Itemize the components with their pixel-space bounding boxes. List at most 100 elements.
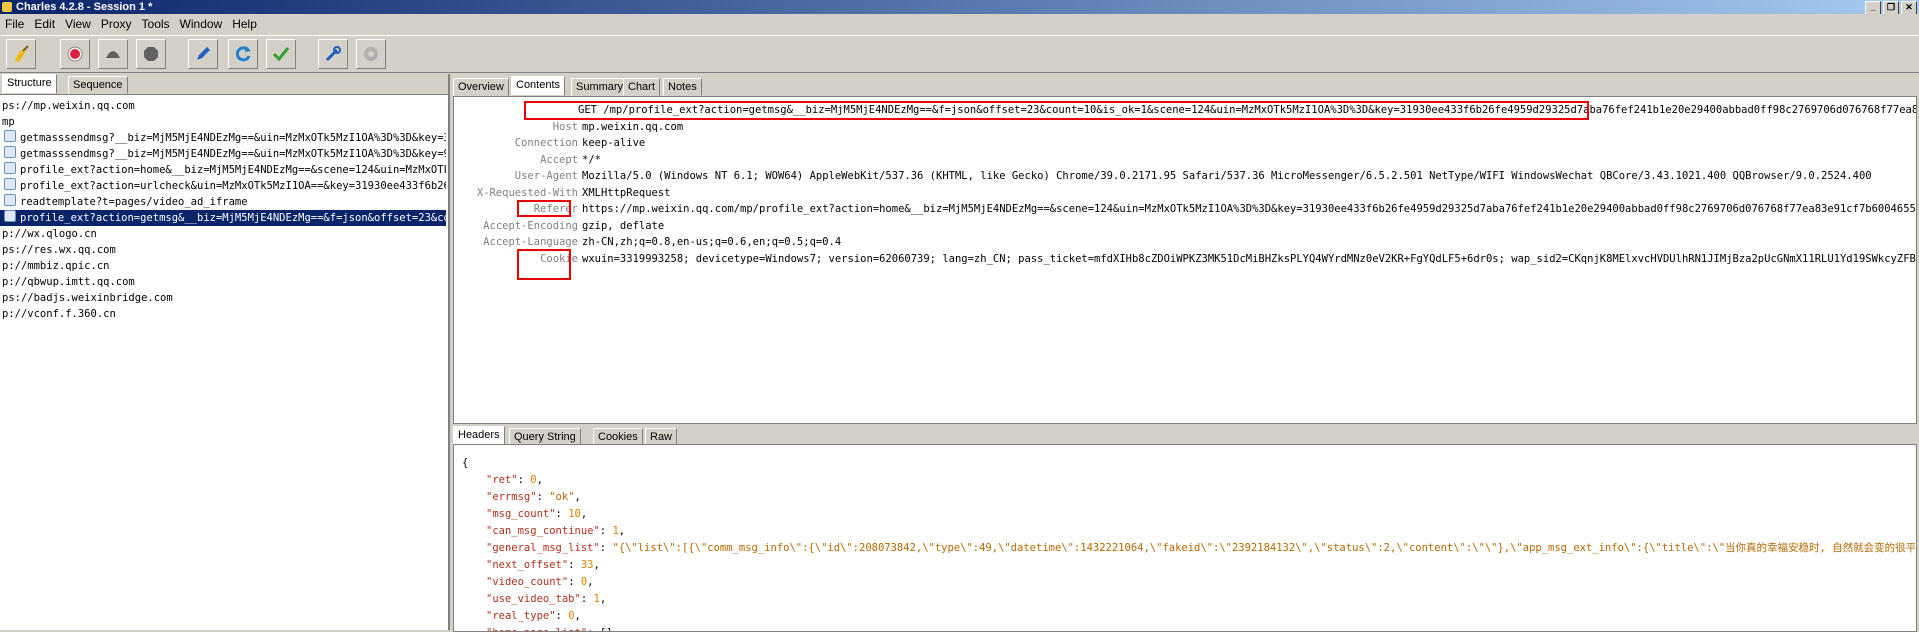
- tree-row[interactable]: profile_ext?action=urlcheck&uin=MzMxOTk5…: [0, 178, 446, 194]
- throttle-button[interactable]: [98, 39, 128, 69]
- json-line: "use_video_tab": 1,: [462, 591, 1916, 608]
- tree-row-label: p://qbwup.imtt.qq.com: [2, 276, 135, 288]
- json-colon: :: [599, 525, 613, 537]
- menu-tools[interactable]: Tools: [137, 14, 175, 34]
- header-value: XMLHttpRequest: [582, 186, 671, 199]
- header-key: Host: [552, 120, 578, 133]
- header-value: keep-alive: [582, 137, 646, 149]
- pen-icon: [197, 47, 210, 60]
- tree-row-label: getmasssendmsg?__biz=MjM5MjE4NDEzMg==&ui…: [20, 148, 446, 160]
- validate-button[interactable]: [266, 39, 296, 69]
- check-icon: [272, 47, 290, 62]
- header-value: zh-CN,zh;q=0.8,en-us;q=0.6,en;q=0.5;q=0.…: [582, 236, 842, 248]
- tree-row-label: ps://badjs.weixinbridge.com: [2, 292, 173, 304]
- json-colon: :: [568, 559, 581, 571]
- tree-row[interactable]: p://wx.qlogo.cn: [0, 226, 446, 242]
- tree-row[interactable]: p://vconf.f.360.cn: [0, 306, 446, 322]
- tab-summary[interactable]: Summary: [571, 78, 629, 96]
- minimize-button[interactable]: _: [1865, 1, 1881, 15]
- header-row[interactable]: Accept-Language zh-CN,zh;q=0.8,en-us;q=0.…: [454, 235, 1914, 250]
- header-row[interactable]: Accept-Encoding gzip, deflate: [454, 219, 1914, 234]
- tab-sequence[interactable]: Sequence: [68, 76, 128, 94]
- header-key: Accept-Encoding: [483, 219, 578, 232]
- tree-row-label: p://mmbiz.qpic.cn: [2, 260, 110, 272]
- header-row[interactable]: Host mp.weixin.qq.com: [454, 120, 1914, 135]
- json-key: "real_type": [486, 610, 556, 622]
- json-comma: ,: [593, 559, 600, 571]
- json-value: "ok": [549, 491, 575, 503]
- menu-help[interactable]: Help: [227, 14, 262, 34]
- json-line: "video_count": 0,: [462, 574, 1916, 591]
- tab-structure[interactable]: Structure: [2, 74, 57, 94]
- tree-row[interactable]: mp: [0, 114, 446, 130]
- tree-row-label: profile_ext?action=home&__biz=MjM5MjE4ND…: [20, 164, 446, 176]
- header-row[interactable]: Accept */*: [454, 153, 1914, 168]
- header-row[interactable]: X-Requested-With XMLHttpRequest: [454, 186, 1914, 201]
- restore-button[interactable]: ❐: [1883, 1, 1899, 15]
- header-value: wxuin=3319993258; devicetype=Windows7; v…: [582, 252, 1917, 265]
- app-icon: [2, 2, 12, 12]
- tree-row-label: getmasssendmsg?__biz=MjM5MjE4NDEzMg==&ui…: [20, 132, 446, 144]
- clear-session-button[interactable]: [6, 39, 36, 69]
- structure-pane: Structure Sequence ps://mp.weixin.qq.com…: [0, 74, 450, 630]
- tab-chart[interactable]: Chart: [623, 78, 660, 96]
- tree-row[interactable]: p://mmbiz.qpic.cn: [0, 258, 446, 274]
- json-viewer: {"ret": 0, "errmsg": "ok", "msg_count": 10…: [462, 455, 1916, 631]
- json-colon: :: [555, 610, 569, 622]
- json-comma: ,: [536, 474, 543, 486]
- header-row[interactable]: Referer https://mp.weixin.qq.com/mp/profi…: [454, 202, 1916, 217]
- repeat-button[interactable]: [228, 39, 258, 69]
- close-button[interactable]: ✕: [1901, 1, 1917, 15]
- tree-row-label: profile_ext?action=urlcheck&uin=MzMxOTk5…: [20, 180, 446, 192]
- tree-row-label: profile_ext?action=getmsg&__biz=MjM5MjE4…: [20, 212, 446, 224]
- tools-button[interactable]: [318, 39, 348, 69]
- gear-icon: [364, 47, 378, 61]
- tab-contents[interactable]: Contents: [511, 76, 566, 96]
- json-value: 33: [580, 559, 594, 571]
- record-icon: [67, 46, 83, 62]
- window-title: Charles 4.2.8 - Session 1 *: [16, 1, 153, 13]
- json-value: 10: [568, 508, 581, 520]
- json-line: "msg_count": 10,: [462, 506, 1916, 523]
- detail-pane: Overview Contents Summary Chart Notes GE…: [451, 74, 1919, 632]
- header-row[interactable]: Cookie wxuin=3319993258; devicetype=Windo…: [454, 252, 1917, 267]
- menu-proxy[interactable]: Proxy: [96, 14, 137, 34]
- tree-row[interactable]: profile_ext?action=home&__biz=MjM5MjE4ND…: [0, 162, 446, 178]
- json-colon: :: [517, 474, 531, 486]
- tab-headers[interactable]: Headers: [453, 426, 505, 446]
- tree-row[interactable]: readtemplate?t=pages/video_ad_iframe: [0, 194, 446, 210]
- tree-row[interactable]: ps://res.wx.qq.com: [0, 242, 446, 258]
- host-tree: ps://mp.weixin.qq.com mp getmasssendmsg?__…: [0, 98, 446, 322]
- header-value: */*: [582, 153, 601, 166]
- menu-file[interactable]: File: [0, 14, 29, 34]
- tree-row[interactable]: profile_ext?action=getmsg&__biz=MjM5MjE4…: [0, 210, 446, 226]
- json-line: "ret": 0,: [462, 472, 1916, 489]
- json-comma: ,: [574, 491, 581, 503]
- json-comma: ,: [587, 576, 594, 588]
- json-colon: :: [536, 491, 550, 503]
- throttle-icon: [106, 51, 120, 58]
- tree-row[interactable]: ps://badjs.weixinbridge.com: [0, 290, 446, 306]
- tree-row-label: mp: [2, 116, 15, 128]
- tab-overview[interactable]: Overview: [453, 78, 509, 96]
- header-row[interactable]: User-Agent Mozilla/5.0 (Windows NT 6.1; W…: [454, 169, 1914, 184]
- json-key: "can_msg_continue": [486, 525, 600, 537]
- header-row[interactable]: Connection keep-alive: [454, 136, 1914, 151]
- tab-notes[interactable]: Notes: [663, 78, 702, 96]
- compose-button[interactable]: [188, 39, 218, 69]
- tree-row[interactable]: p://qbwup.imtt.qq.com: [0, 274, 446, 290]
- header-value: Mozilla/5.0 (Windows NT 6.1; WOW64) Appl…: [582, 170, 1872, 182]
- menu-window[interactable]: Window: [175, 14, 228, 34]
- tree-row[interactable]: getmasssendmsg?__biz=MjM5MjE4NDEzMg==&ui…: [0, 130, 446, 146]
- menu-view[interactable]: View: [60, 14, 96, 34]
- json-colon: :: [599, 542, 613, 554]
- settings-button[interactable]: [356, 39, 386, 69]
- json-key: "ret": [486, 474, 518, 486]
- refresh-icon: [235, 46, 251, 62]
- breakpoints-button[interactable]: [136, 39, 166, 69]
- tree-row[interactable]: ps://mp.weixin.qq.com: [0, 98, 446, 114]
- record-button[interactable]: [60, 39, 90, 69]
- json-key: "errmsg": [486, 491, 537, 503]
- menu-edit[interactable]: Edit: [29, 14, 60, 34]
- tree-row[interactable]: getmasssendmsg?__biz=MjM5MjE4NDEzMg==&ui…: [0, 146, 446, 162]
